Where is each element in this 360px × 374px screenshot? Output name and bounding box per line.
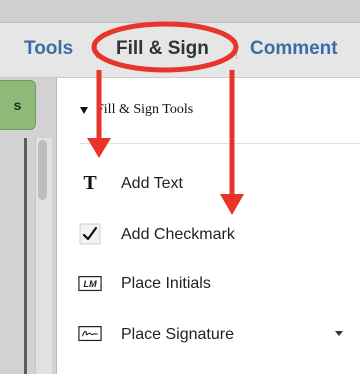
checkmark-icon: [78, 223, 102, 245]
tool-place-signature[interactable]: Place Signature: [78, 323, 278, 345]
tool-label: Place Initials: [121, 275, 211, 292]
section-divider: [80, 143, 360, 144]
svg-text:T: T: [83, 172, 97, 194]
tool-add-checkmark[interactable]: Add Checkmark: [78, 222, 278, 246]
tool-label: Place Signature: [121, 326, 234, 343]
signature-pen-icon: [78, 324, 102, 344]
text-t-icon: T: [78, 172, 102, 194]
tool-add-text[interactable]: T Add Text: [78, 172, 278, 194]
tool-label: Add Checkmark: [121, 226, 235, 243]
tab-separator: [96, 40, 98, 58]
initials-lm-icon: LM: [78, 274, 102, 294]
section-header-fill-sign-tools[interactable]: Fill & Sign Tools: [80, 102, 193, 118]
svg-text:LM: LM: [83, 279, 97, 289]
section-header-label: Fill & Sign Tools: [96, 102, 194, 117]
tab-tools[interactable]: Tools: [24, 38, 73, 60]
left-panel-button[interactable]: s: [0, 80, 36, 130]
page-edge-line: [24, 138, 27, 374]
tool-place-initials[interactable]: LM Place Initials: [78, 273, 278, 295]
left-scrollbar-thumb[interactable]: [38, 140, 47, 200]
left-panel-button-label: s: [13, 97, 22, 113]
tool-label: Add Text: [121, 175, 183, 192]
tab-separator: [236, 40, 238, 58]
chevron-down-icon[interactable]: [335, 331, 343, 336]
tab-comment[interactable]: Comment: [250, 38, 338, 60]
disclosure-triangle-icon[interactable]: [80, 106, 88, 114]
tab-fill-and-sign[interactable]: Fill & Sign: [116, 38, 209, 60]
window-top-strip: [0, 0, 360, 23]
